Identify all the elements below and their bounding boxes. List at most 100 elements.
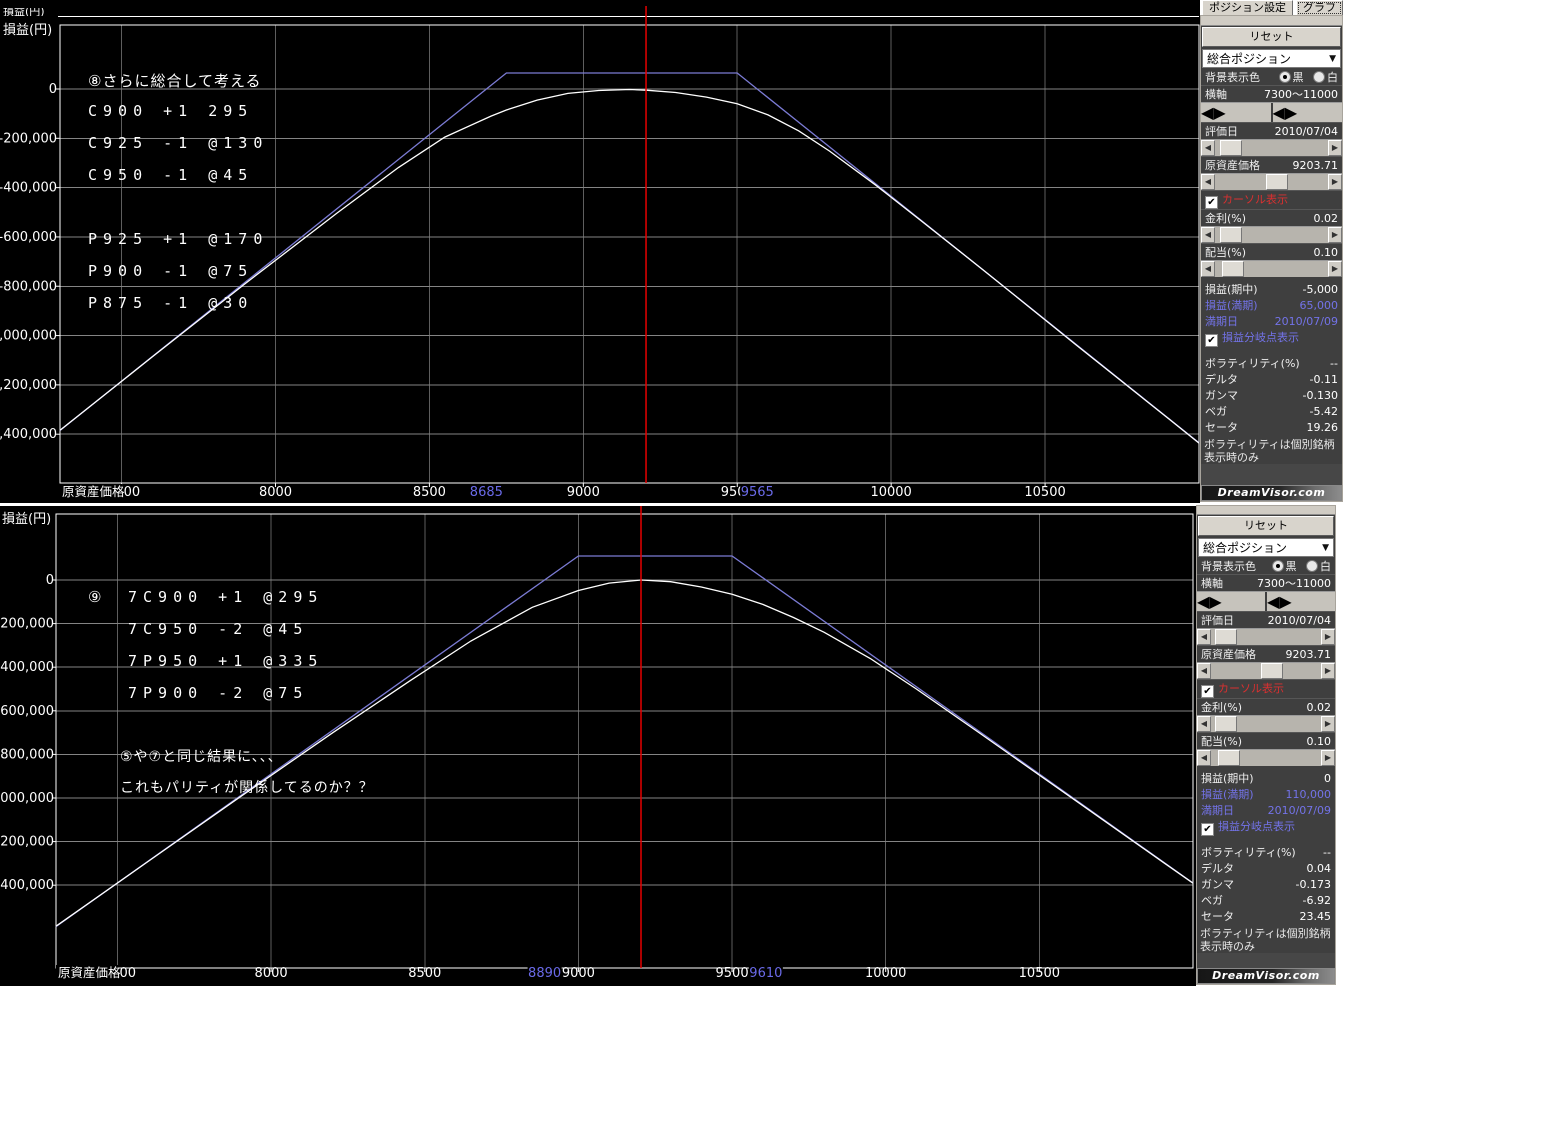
chart1-position-line: P900 -1 @75: [88, 262, 253, 280]
reset-button[interactable]: リセット: [1198, 516, 1334, 536]
plot-border: [60, 25, 1199, 483]
sidebar-filler: [1201, 464, 1342, 485]
vega-row: ベガ -5.42: [1201, 403, 1342, 419]
arrow-right-icon[interactable]: ▶: [1321, 629, 1335, 645]
scrollbar-track[interactable]: [1215, 227, 1328, 243]
scrollbar-track[interactable]: [1215, 261, 1328, 277]
y-tick-label: 000,000: [0, 791, 54, 806]
arrow-left-icon[interactable]: ◀: [1201, 140, 1215, 156]
arrow-right-icon[interactable]: ▶: [1285, 103, 1297, 122]
tab-position-settings[interactable]: ポジション設定: [1202, 0, 1293, 16]
dividend-scrollbar[interactable]: ◀ ▶: [1197, 749, 1335, 766]
scrollbar-thumb[interactable]: [1261, 663, 1283, 679]
eval-date-scrollbar[interactable]: ◀ ▶: [1197, 628, 1335, 645]
chart2-position-line: 7P900 -2 @75: [128, 684, 308, 702]
pl-interim-row: 損益(期中) -5,000: [1201, 281, 1342, 297]
radio-black[interactable]: [1279, 71, 1291, 83]
volatility-label: ボラティリティ(%): [1205, 355, 1300, 371]
axis-max-scrollbar[interactable]: ◀ ▶: [1267, 592, 1335, 611]
interest-rate-scrollbar[interactable]: ◀ ▶: [1201, 226, 1342, 243]
scrollbar-track[interactable]: [1211, 750, 1321, 766]
x-tick-label: 8000: [259, 485, 292, 500]
x-tick-label: 10000: [870, 485, 911, 500]
horizontal-axis-row: 横軸 7300～11000: [1197, 574, 1335, 591]
arrow-right-icon[interactable]: ▶: [1328, 227, 1342, 243]
y-tick-label: -1,200,000: [0, 378, 57, 393]
scrollbar-thumb[interactable]: [1215, 716, 1237, 732]
scrollbar-thumb[interactable]: [1220, 227, 1242, 243]
axis-min-scrollbar[interactable]: ◀ ▶: [1197, 592, 1265, 611]
underlying-price-value: 9203.71: [1293, 159, 1339, 172]
cursor-display-checkbox[interactable]: ✔: [1201, 685, 1214, 698]
chart1-position-line: P875 -1 @30: [88, 294, 253, 312]
x-axis-title: 原資産価格: [62, 484, 125, 499]
scrollbar-track[interactable]: [1215, 174, 1328, 190]
pl-expiry-value: 65,000: [1300, 299, 1339, 312]
reset-button[interactable]: リセット: [1202, 27, 1341, 47]
scrollbar-track[interactable]: [1211, 663, 1321, 679]
arrow-left-icon[interactable]: ◀: [1201, 261, 1215, 277]
arrow-right-icon[interactable]: ▶: [1321, 663, 1335, 679]
underlying-price-scrollbar[interactable]: ◀ ▶: [1197, 662, 1335, 679]
radio-black-label: 黒: [1293, 71, 1304, 84]
breakeven-display-label: 損益分岐点表示: [1218, 820, 1295, 833]
arrow-right-icon[interactable]: ▶: [1328, 261, 1342, 277]
arrow-left-icon[interactable]: ◀: [1197, 750, 1211, 766]
breakeven-display-checkbox[interactable]: ✔: [1201, 823, 1214, 836]
arrow-right-icon[interactable]: ▶: [1321, 750, 1335, 766]
arrow-left-icon[interactable]: ◀: [1197, 629, 1211, 645]
position-type-value: 総合ポジション: [1207, 50, 1291, 67]
arrow-left-icon[interactable]: ◀: [1273, 103, 1285, 122]
scrollbar-track[interactable]: [1211, 629, 1321, 645]
chart1-position-line: C950 -1 @45: [88, 166, 253, 184]
arrow-right-icon[interactable]: ▶: [1321, 716, 1335, 732]
settings-sidebar-1: リセット 総合ポジション ▼ 背景表示色 黒 白 横軸 7300～11000 ◀…: [1200, 15, 1343, 502]
eval-date-scrollbar[interactable]: ◀ ▶: [1201, 139, 1342, 156]
scrollbar-thumb[interactable]: [1266, 174, 1288, 190]
axis-max-scrollbar[interactable]: ◀ ▶: [1273, 103, 1343, 122]
eval-date-value: 2010/07/04: [1268, 614, 1331, 627]
position-type-select[interactable]: 総合ポジション ▼: [1198, 538, 1334, 557]
arrow-left-icon[interactable]: ◀: [1197, 716, 1211, 732]
scrollbar-thumb[interactable]: [1222, 261, 1244, 277]
vega-value: -5.42: [1310, 405, 1338, 418]
scrollbar-track[interactable]: [1215, 140, 1328, 156]
cursor-display-checkbox[interactable]: ✔: [1205, 196, 1218, 209]
arrow-right-icon[interactable]: ▶: [1209, 592, 1221, 611]
scrollbar-thumb[interactable]: [1215, 629, 1237, 645]
radio-white[interactable]: [1306, 560, 1318, 572]
arrow-left-icon[interactable]: ◀: [1197, 663, 1211, 679]
horizontal-axis-row: 横軸 7300～11000: [1201, 85, 1342, 102]
arrow-left-icon[interactable]: ◀: [1267, 592, 1279, 611]
eval-date-row: 評価日 2010/07/04: [1197, 611, 1335, 628]
tab-graph[interactable]: グラフ: [1296, 0, 1343, 16]
position-type-select[interactable]: 総合ポジション ▼: [1202, 49, 1341, 68]
arrow-left-icon[interactable]: ◀: [1201, 103, 1213, 122]
radio-black[interactable]: [1272, 560, 1284, 572]
arrow-left-icon[interactable]: ◀: [1201, 174, 1215, 190]
breakeven-display-checkbox[interactable]: ✔: [1205, 334, 1218, 347]
arrow-right-icon[interactable]: ▶: [1213, 103, 1225, 122]
arrow-left-icon[interactable]: ◀: [1197, 592, 1209, 611]
chart2-mark: ⑨: [88, 588, 102, 606]
scrollbar-track[interactable]: [1211, 716, 1321, 732]
arrow-right-icon[interactable]: ▶: [1328, 140, 1342, 156]
interest-rate-scrollbar[interactable]: ◀ ▶: [1197, 715, 1335, 732]
radio-white[interactable]: [1313, 71, 1325, 83]
axis-min-scrollbar[interactable]: ◀ ▶: [1201, 103, 1271, 122]
cursor-display-row: ✔ カーソル表示: [1197, 679, 1335, 698]
arrow-left-icon[interactable]: ◀: [1201, 227, 1215, 243]
cursor-display-label: カーソル表示: [1218, 682, 1284, 695]
underlying-price-row: 原資産価格 9203.71: [1197, 645, 1335, 662]
y-tick-label: 200,000: [0, 617, 54, 632]
dividend-scrollbar[interactable]: ◀ ▶: [1201, 260, 1342, 277]
pl-chart-2[interactable]: 008000850090009500100001050088909610原資産価…: [0, 502, 1196, 986]
delta-row: デルタ -0.11: [1201, 371, 1342, 387]
position-type-value: 総合ポジション: [1203, 539, 1287, 556]
clipped-window-strip: [1201, 16, 1342, 26]
scrollbar-thumb[interactable]: [1218, 750, 1240, 766]
scrollbar-thumb[interactable]: [1220, 140, 1242, 156]
arrow-right-icon[interactable]: ▶: [1328, 174, 1342, 190]
underlying-price-scrollbar[interactable]: ◀ ▶: [1201, 173, 1342, 190]
arrow-right-icon[interactable]: ▶: [1279, 592, 1291, 611]
